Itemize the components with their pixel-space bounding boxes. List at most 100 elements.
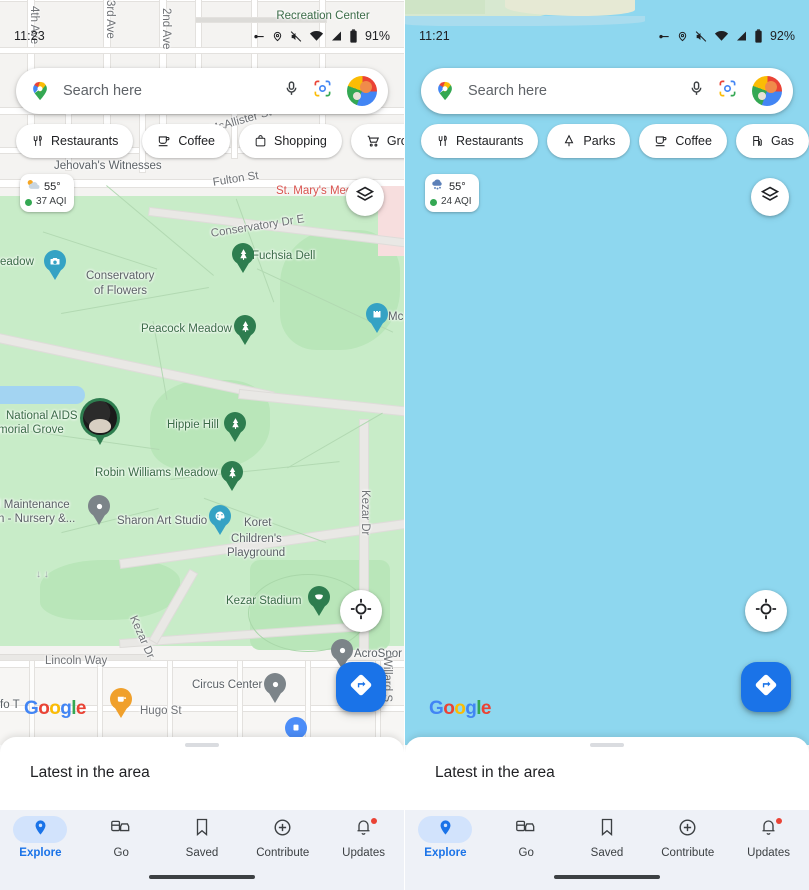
layers-button-right[interactable] — [751, 178, 789, 216]
map-label: Sharon Art Studio — [117, 515, 207, 528]
avatar-photo — [83, 401, 117, 435]
chip-label: Coffee — [675, 134, 712, 148]
circle-icon — [88, 495, 110, 517]
nav-item-explore[interactable]: Explore — [4, 816, 76, 859]
commute-icon — [111, 819, 131, 841]
map-label: morial Grove — [0, 424, 64, 437]
map-label: Recreation Center — [258, 10, 388, 23]
google-logo-left: Google — [24, 698, 86, 720]
search-input[interactable]: Search here — [468, 83, 688, 99]
user-location-avatar[interactable] — [80, 398, 120, 446]
map-label: Fuchsia Dell — [252, 250, 315, 263]
my-location-button-left[interactable] — [340, 590, 382, 632]
microphone-icon[interactable] — [283, 79, 300, 103]
map-label: Lincoln Way — [45, 655, 107, 668]
category-chips-left[interactable]: Restaurants Coffee Shopping Grocer — [16, 124, 404, 158]
nav-item-updates[interactable]: Updates — [733, 816, 805, 859]
camera-icon — [44, 250, 66, 272]
plus-circle-icon — [678, 818, 697, 842]
aqi-status-dot — [25, 199, 32, 206]
stadium-icon — [308, 586, 330, 608]
map-pin-fuchsia-dell[interactable] — [232, 243, 254, 273]
coffee-icon — [110, 688, 132, 710]
directions-fab-left[interactable] — [336, 662, 386, 712]
chip-shopping[interactable]: Shopping — [239, 124, 342, 158]
nav-item-go[interactable]: Go — [85, 816, 157, 859]
google-lens-icon[interactable] — [718, 79, 737, 103]
phone-screen-left: ↓ ↓ Recreation Center 4th Ave 3rd Ave 2n… — [0, 0, 404, 890]
map-pin-sharon-art-studio[interactable] — [209, 505, 231, 535]
microphone-icon[interactable] — [688, 79, 705, 103]
map-label: AcroSpor — [354, 648, 402, 661]
chip-gas[interactable]: Gas — [736, 124, 809, 158]
shopping-cart-icon — [366, 134, 380, 148]
map-pin-photo-spot[interactable] — [44, 250, 66, 280]
nav-label: Explore — [19, 847, 61, 859]
bookmark-icon — [599, 818, 615, 841]
location-pin-icon — [32, 819, 49, 841]
home-gesture-bar-left[interactable] — [149, 875, 255, 879]
my-location-button-right[interactable] — [745, 590, 787, 632]
nav-item-go[interactable]: Go — [490, 816, 562, 859]
coffee-cup-icon — [654, 134, 668, 148]
map-pin-kezar-stadium[interactable] — [308, 586, 330, 616]
map-pin-robin-williams-meadow[interactable] — [221, 461, 243, 491]
sheet-title: Latest in the area — [405, 747, 809, 782]
search-input[interactable]: Search here — [63, 83, 283, 99]
castle-icon — [366, 303, 388, 325]
weather-aqi-chip-left[interactable]: 55° 37 AQI — [20, 174, 74, 212]
chip-coffee[interactable]: Coffee — [639, 124, 727, 158]
account-avatar[interactable] — [347, 76, 377, 106]
chip-restaurants[interactable]: Restaurants — [421, 124, 538, 158]
circle-icon — [264, 673, 286, 695]
nav-label: Go — [519, 847, 534, 859]
weather-temperature: 55° — [44, 181, 61, 193]
directions-fab-right[interactable] — [741, 662, 791, 712]
map-label: St. Mary's Med — [276, 185, 352, 198]
park-tree-icon — [562, 134, 576, 148]
map-label: 2nd Ave — [159, 8, 172, 49]
coffee-cup-icon — [157, 134, 171, 148]
map-label: Circus Center — [192, 679, 262, 692]
phone-screen-right: 11:21 92% — [404, 0, 809, 890]
nav-item-contribute[interactable]: Contribute — [247, 816, 319, 859]
account-avatar[interactable] — [752, 76, 782, 106]
weather-aqi-chip-right[interactable]: 55° 24 AQI — [425, 174, 479, 212]
map-pin-cantina[interactable] — [110, 688, 132, 718]
layers-button-left[interactable] — [346, 178, 384, 216]
map-pin-circus-center[interactable] — [264, 673, 286, 703]
bell-icon — [760, 818, 777, 841]
map-label: 3rd Ave — [103, 0, 116, 39]
category-chips-right[interactable]: Restaurants Parks Coffee Gas — [421, 124, 809, 158]
nav-item-updates[interactable]: Updates — [328, 816, 400, 859]
weather-temperature: 55° — [449, 181, 466, 193]
map-label: Kezar Dr — [358, 490, 371, 535]
map-pin-peacock-meadow[interactable] — [234, 315, 256, 345]
map-label: l Maintenance — [0, 499, 70, 512]
map-pin-hippie-hill[interactable] — [224, 412, 246, 442]
map-label: Hugo St — [140, 705, 182, 718]
chip-parks[interactable]: Parks — [547, 124, 630, 158]
map-label: Mc — [388, 311, 403, 324]
commute-icon — [516, 819, 536, 841]
dual-screenshot-stage: ↓ ↓ Recreation Center 4th Ave 3rd Ave 2n… — [0, 0, 809, 890]
nav-item-saved[interactable]: Saved — [166, 816, 238, 859]
map-label: n - Nursery &... — [0, 513, 75, 526]
map-pin-maintenance[interactable] — [88, 495, 110, 525]
google-logo-right: Google — [429, 698, 491, 720]
nav-item-explore[interactable]: Explore — [409, 816, 481, 859]
google-lens-icon[interactable] — [313, 79, 332, 103]
chip-restaurants[interactable]: Restaurants — [16, 124, 133, 158]
map-label: of Flowers — [94, 285, 147, 298]
chip-coffee[interactable]: Coffee — [142, 124, 230, 158]
search-bar-right[interactable]: Search here — [421, 68, 793, 114]
map-label: National AIDS — [6, 410, 78, 423]
map-pin-museum[interactable] — [366, 303, 388, 333]
home-gesture-bar-right[interactable] — [554, 875, 660, 879]
search-bar-left[interactable]: Search here — [16, 68, 388, 114]
chip-grocer[interactable]: Grocer — [351, 124, 404, 158]
nav-item-contribute[interactable]: Contribute — [652, 816, 724, 859]
park-tree-icon — [224, 412, 246, 434]
chip-label: Restaurants — [456, 134, 523, 148]
nav-item-saved[interactable]: Saved — [571, 816, 643, 859]
